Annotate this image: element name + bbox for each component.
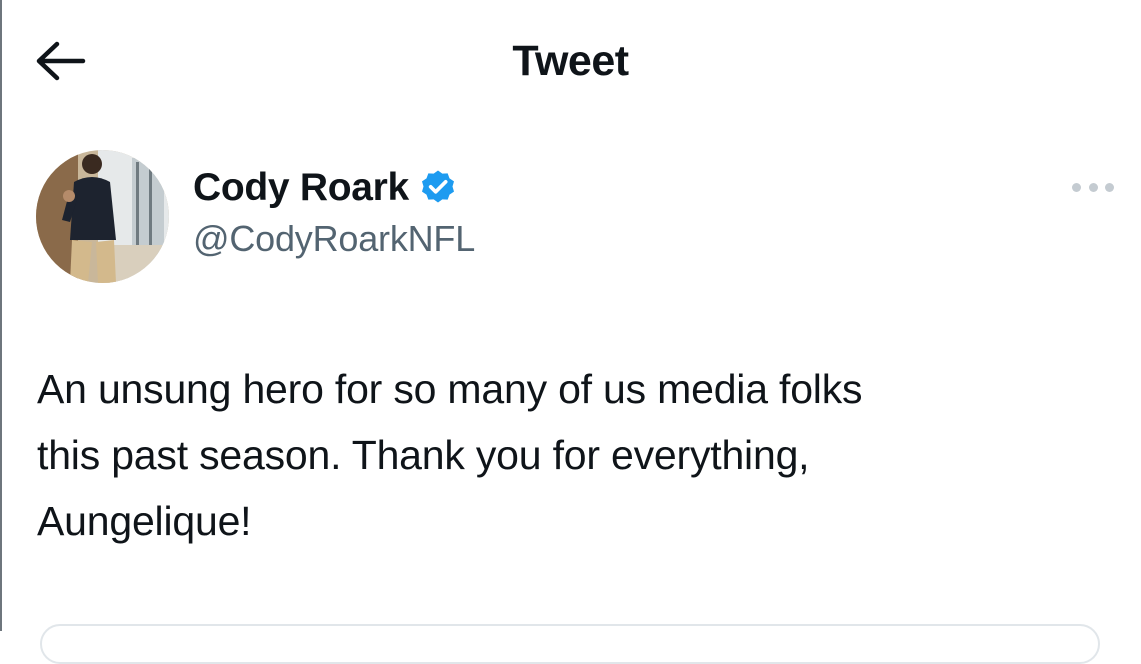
tweet-text: An unsung hero for so many of us media f… bbox=[37, 366, 863, 544]
author-handle[interactable]: @CodyRoarkNFL bbox=[193, 218, 475, 260]
more-dot bbox=[1072, 182, 1081, 192]
more-dot bbox=[1105, 182, 1114, 192]
more-options-icon[interactable] bbox=[1068, 172, 1118, 202]
profile-photo bbox=[36, 150, 169, 283]
avatar[interactable] bbox=[36, 150, 169, 283]
top-bar: Tweet bbox=[0, 0, 1141, 125]
author-name-row: Cody Roark bbox=[193, 162, 458, 214]
more-dot bbox=[1088, 182, 1098, 192]
page-title: Tweet bbox=[512, 37, 629, 85]
author-name[interactable]: Cody Roark bbox=[193, 166, 409, 210]
verified-badge-icon[interactable] bbox=[418, 168, 458, 208]
embedded-card-edge[interactable] bbox=[40, 624, 1100, 664]
